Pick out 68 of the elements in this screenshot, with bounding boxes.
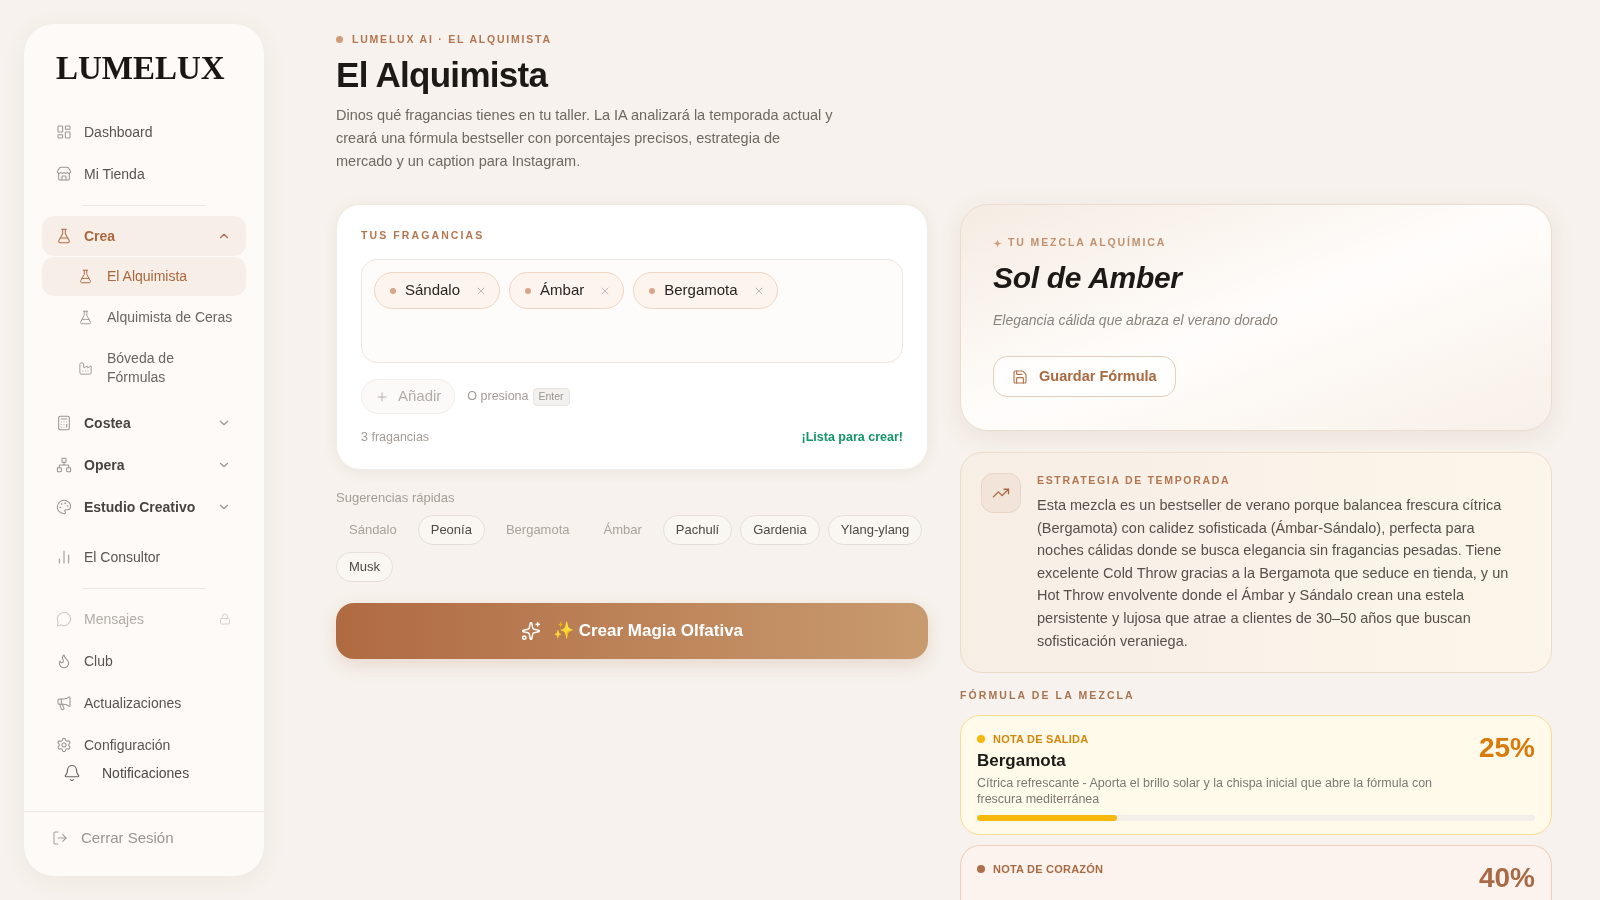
- note-name: Bergamota: [977, 750, 1067, 773]
- factory-icon: [78, 360, 93, 376]
- store-icon: [56, 166, 72, 182]
- trending-up-icon: [981, 473, 1021, 513]
- strategy-text: Esta mezcla es un bestseller de verano porque balancea frescura cítrica (Bergamota) con calidez sofisticada (Ámbar-Sándalo), perfecta para noches cálidas donde se busca elegancia sin fragancias pesadas. Tiene excelente Cold Throw gracias a la Bergamota que seduce en tienda, y un Hot Throw envolvente donde el Ámbar y Sándalo crean una estela persistente y lujosa que atrae a clientes de 30–50 años que buscan sofisticación veraniega.: [1037, 496, 1510, 651]
- nav-item[interactable]: Costea: [42, 403, 246, 443]
- note-label: NOTA DE SALIDA: [993, 731, 1089, 747]
- tag-label: Sándalo: [405, 280, 461, 301]
- note-description: Cítrica refrescante - Aporta el brillo solar y la chispa inicial que abre la fórmula con frescura mediterránea: [977, 775, 1434, 808]
- nav-subitem[interactable]: Bóveda de Fórmulas: [42, 339, 246, 397]
- nav-subitem[interactable]: El Alquimista: [42, 257, 246, 296]
- suggestion-chip[interactable]: Ylang-ylang: [827, 515, 923, 545]
- flame-icon: [56, 653, 72, 669]
- notifications-button[interactable]: Notificaciones: [63, 758, 190, 788]
- tag-label: Ámbar: [540, 280, 585, 301]
- palette-icon: [56, 499, 72, 515]
- nav-item[interactable]: Club: [42, 641, 246, 681]
- nav-item[interactable]: Configuración: [42, 725, 246, 758]
- blend-tagline: Elegancia cálida que abraza el verano dorado: [993, 311, 1279, 330]
- sparkles-icon: [520, 621, 541, 641]
- tag-label: Bergamota: [664, 280, 738, 301]
- suggestion-chip[interactable]: Gardenia: [740, 515, 820, 545]
- bell-icon: [63, 764, 81, 782]
- nav-item[interactable]: Opera: [42, 445, 246, 485]
- megaphone-icon: [56, 695, 72, 711]
- nav-item[interactable]: Estudio Creativo: [42, 487, 246, 527]
- page-title: El Alquimista: [336, 56, 548, 94]
- save-icon: [1012, 368, 1028, 385]
- flask-icon: [78, 269, 93, 284]
- section-label: TUS FRAGANCIAS: [361, 228, 486, 243]
- nav-item[interactable]: Dashboard: [42, 112, 246, 152]
- plus-icon: [375, 389, 389, 404]
- calculator-icon: [56, 415, 72, 431]
- flask-icon: [56, 228, 72, 244]
- note-label: NOTA DE CORAZÓN: [993, 861, 1104, 877]
- brand-logo: LUMELUX: [56, 50, 225, 86]
- eyebrow-text: LUMELUX AI · EL ALQUIMISTA: [352, 32, 552, 47]
- suggestions-label: Sugerencias rápidas: [336, 489, 456, 507]
- blend-name: Sol de Amber: [993, 260, 1182, 296]
- logout-icon: [52, 830, 68, 846]
- hierarchy-icon: [56, 457, 72, 473]
- hint-text: O presiona: [467, 388, 529, 406]
- page-description: Dinos qué fragancias tienes en tu taller. La IA analizará la temporada actual y creará una fórmula bestseller con porcentajes precisos, estrategia de mercado y un caption para Instagram.: [336, 106, 834, 171]
- flask-icon: [78, 310, 93, 325]
- suggestion-chip[interactable]: Pachulí: [662, 515, 733, 545]
- settings-icon: [56, 737, 72, 753]
- section-label: ESTRATEGIA DE TEMPORADA: [1037, 473, 1232, 487]
- keyboard-key: Enter: [532, 387, 570, 406]
- nav-subitem[interactable]: Alquimista de Ceras: [42, 298, 246, 337]
- note-percentage: 40%: [1478, 862, 1535, 895]
- suggestion-chip[interactable]: Peonía: [417, 515, 485, 545]
- lock-icon: [219, 613, 231, 625]
- fragrance-input[interactable]: Sándalo Ámbar Bergamota: [361, 259, 903, 363]
- grid-icon: [56, 124, 72, 140]
- nav-item[interactable]: El Consultor: [42, 537, 246, 577]
- save-button[interactable]: Guardar Fórmula: [993, 356, 1176, 397]
- section-label: FÓRMULA DE LA MEZCLA: [960, 688, 1135, 704]
- ready-status: ¡Lista para crear!: [801, 429, 903, 445]
- note-percentage: 25%: [1478, 732, 1535, 765]
- nav-item[interactable]: Actualizaciones: [42, 683, 246, 723]
- eyebrow-text: TU MEZCLA ALQUÍMICA: [1008, 235, 1167, 251]
- suggestion-chip[interactable]: Musk: [336, 552, 394, 582]
- sparkle-icon: [993, 238, 1002, 248]
- nav-item[interactable]: Mi Tienda: [42, 154, 246, 194]
- fragrance-count: 3 fragancias: [361, 429, 430, 445]
- nav-item[interactable]: Crea: [42, 216, 246, 256]
- bar-chart-icon: [56, 549, 72, 565]
- chat-bubble-icon: [56, 611, 72, 627]
